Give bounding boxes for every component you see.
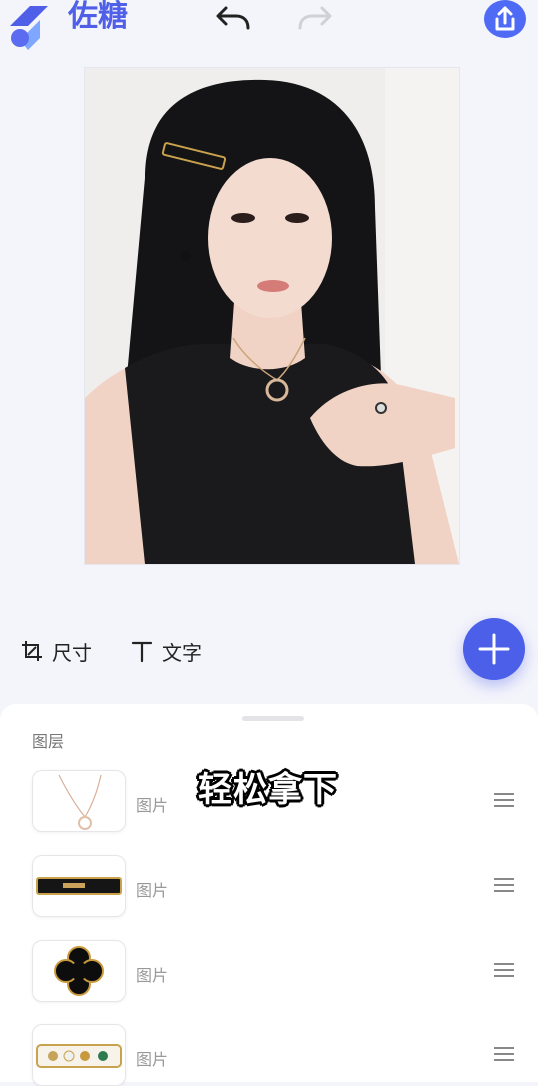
bracelet-icon — [36, 1044, 122, 1068]
crop-icon — [22, 641, 42, 661]
redo-icon[interactable] — [296, 2, 334, 36]
app-logo-icon — [8, 0, 56, 52]
necklace-icon — [58, 774, 102, 830]
drag-handle-icon[interactable] — [492, 961, 516, 979]
overlay-caption: 轻松拿下 — [198, 770, 338, 810]
layer-label: 图片 — [136, 966, 169, 985]
undo-icon[interactable] — [214, 2, 252, 36]
layer-label: 图片 — [136, 1050, 169, 1069]
app-name: 佐糖 — [68, 0, 128, 34]
drag-handle-icon[interactable] — [492, 791, 516, 809]
text-tool-button[interactable]: 文字 — [130, 636, 202, 666]
hair-clip-icon — [36, 877, 122, 895]
drag-handle-icon[interactable] — [492, 876, 516, 894]
layer-label: 图片 — [136, 796, 169, 815]
text-icon — [131, 641, 153, 663]
clover-earring-icon — [54, 946, 104, 996]
size-tool-button[interactable]: 尺寸 — [20, 636, 92, 666]
layer-thumbnail[interactable] — [32, 1024, 126, 1086]
text-tool-label: 文字 — [162, 640, 202, 665]
layer-thumbnail[interactable] — [32, 940, 126, 1002]
add-layer-button[interactable] — [463, 618, 525, 680]
canvas-image[interactable] — [85, 68, 459, 564]
layer-thumbnail[interactable] — [32, 770, 126, 832]
size-tool-label: 尺寸 — [52, 640, 92, 665]
share-button[interactable] — [484, 0, 526, 38]
layer-thumbnail[interactable] — [32, 855, 126, 917]
portrait-photo — [85, 68, 459, 564]
share-icon — [495, 6, 515, 31]
layers-title: 图层 — [32, 732, 65, 751]
layer-label: 图片 — [136, 881, 169, 900]
sheet-drag-handle[interactable] — [242, 716, 304, 721]
plus-icon — [478, 633, 510, 665]
drag-handle-icon[interactable] — [492, 1045, 516, 1063]
